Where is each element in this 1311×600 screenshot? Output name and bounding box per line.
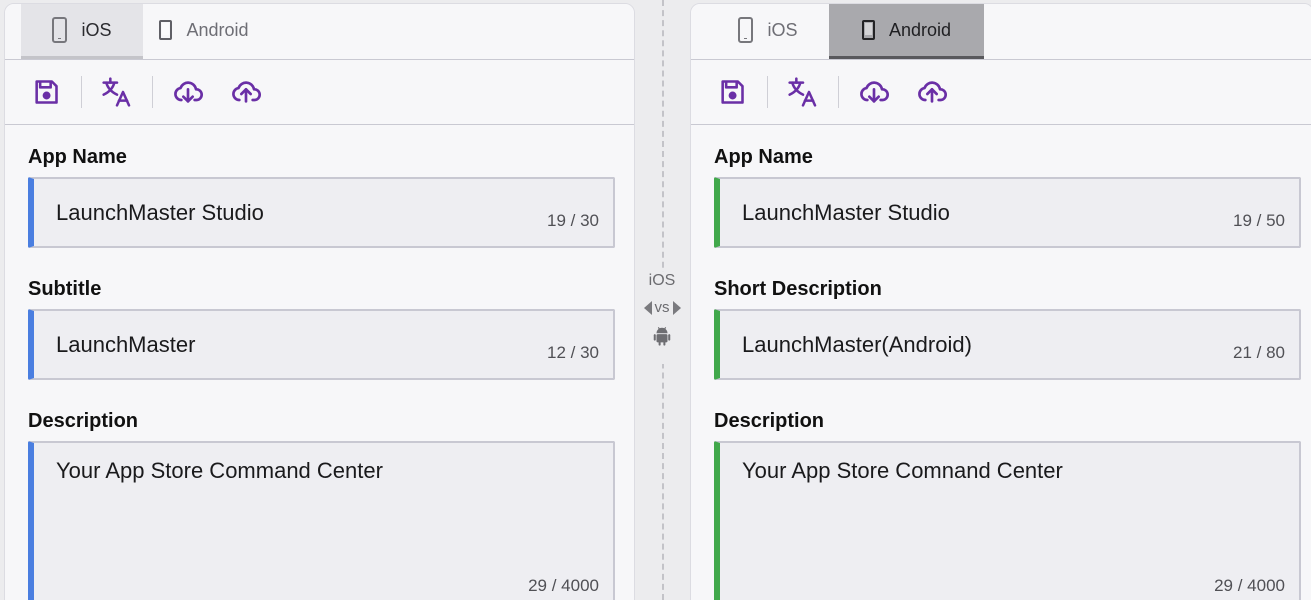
- toolbar: [5, 60, 634, 125]
- toolbar-divider: [767, 76, 768, 108]
- arrow-right-icon: [672, 300, 681, 315]
- cloud-download-icon: [860, 81, 889, 103]
- save-icon: [35, 80, 58, 104]
- translate-icon: [102, 77, 131, 107]
- description-value: Your App Store Command Center: [56, 458, 383, 483]
- phone-solid-icon: [159, 20, 173, 40]
- tab-ios[interactable]: iOS: [21, 4, 143, 59]
- short-description-input[interactable]: LaunchMaster(Android) 21 / 80: [714, 309, 1301, 380]
- download-button[interactable]: [857, 75, 891, 109]
- compare-vs-label: vs: [654, 299, 670, 316]
- cloud-upload-icon: [918, 81, 947, 103]
- android-panel: iOS Android App Name LaunchMaster Studio…: [690, 3, 1311, 600]
- subtitle-label: Subtitle: [28, 278, 102, 300]
- subtitle-value: LaunchMaster: [56, 332, 196, 357]
- ios-panel: iOS Android App Name LaunchMaster Studio…: [4, 3, 635, 600]
- phone-solid-icon: [861, 20, 875, 40]
- upload-button[interactable]: [229, 75, 263, 109]
- cloud-download-icon: [174, 81, 203, 103]
- platform-tabbar: iOS Android: [691, 4, 1311, 60]
- tab-android[interactable]: Android: [143, 4, 265, 59]
- compare-ios-label: iOS: [648, 272, 676, 289]
- translate-icon: [788, 77, 817, 107]
- translate-button[interactable]: [100, 75, 134, 109]
- description-label: Description: [28, 410, 139, 432]
- phone-outline-icon: [52, 17, 68, 43]
- tab-android[interactable]: Android: [829, 4, 984, 59]
- save-icon: [721, 80, 744, 104]
- save-button[interactable]: [29, 75, 63, 109]
- toolbar: [691, 60, 1311, 125]
- tab-label: iOS: [767, 19, 798, 40]
- app-name-label: App Name: [714, 146, 813, 168]
- app-name-value: LaunchMaster Studio: [742, 200, 950, 225]
- char-count: 12 / 30: [547, 343, 599, 362]
- subtitle-input[interactable]: LaunchMaster 12 / 30: [28, 309, 615, 380]
- form-content: App Name LaunchMaster Studio 19 / 50 Sho…: [691, 125, 1311, 600]
- short-description-label: Short Description: [714, 278, 882, 300]
- description-value: Your App Store Comnand Center: [742, 458, 1063, 483]
- form-content: App Name LaunchMaster Studio 19 / 30 Sub…: [5, 125, 634, 600]
- app-name-label: App Name: [28, 146, 127, 168]
- app-name-input[interactable]: LaunchMaster Studio 19 / 50: [714, 177, 1301, 248]
- app-name-input[interactable]: LaunchMaster Studio 19 / 30: [28, 177, 615, 248]
- phone-outline-icon: [738, 17, 754, 43]
- download-button[interactable]: [171, 75, 205, 109]
- save-button[interactable]: [715, 75, 749, 109]
- tab-label: Android: [888, 19, 952, 40]
- description-textarea[interactable]: Your App Store Comnand Center 29 / 4000: [714, 441, 1301, 600]
- upload-button[interactable]: [915, 75, 949, 109]
- char-count: 21 / 80: [1233, 343, 1285, 362]
- toolbar-divider: [81, 76, 82, 108]
- short-description-value: LaunchMaster(Android): [742, 332, 972, 357]
- compare-badge: iOS vs: [638, 272, 686, 364]
- char-count: 29 / 4000: [1214, 576, 1285, 595]
- char-count: 19 / 50: [1233, 211, 1285, 230]
- description-textarea[interactable]: Your App Store Command Center 29 / 4000: [28, 441, 615, 600]
- cloud-upload-icon: [232, 81, 261, 103]
- app-name-value: LaunchMaster Studio: [56, 200, 264, 225]
- tab-ios[interactable]: iOS: [707, 4, 829, 59]
- char-count: 29 / 4000: [528, 576, 599, 595]
- arrow-left-icon: [643, 300, 652, 315]
- toolbar-divider: [838, 76, 839, 108]
- android-icon: [653, 327, 671, 346]
- compare-vs-row: vs: [643, 299, 681, 316]
- tab-label: iOS: [81, 19, 112, 40]
- char-count: 19 / 30: [547, 211, 599, 230]
- translate-button[interactable]: [786, 75, 820, 109]
- description-label: Description: [714, 410, 825, 432]
- toolbar-divider: [152, 76, 153, 108]
- platform-tabbar: iOS Android: [5, 4, 634, 60]
- tab-label: Android: [186, 19, 249, 40]
